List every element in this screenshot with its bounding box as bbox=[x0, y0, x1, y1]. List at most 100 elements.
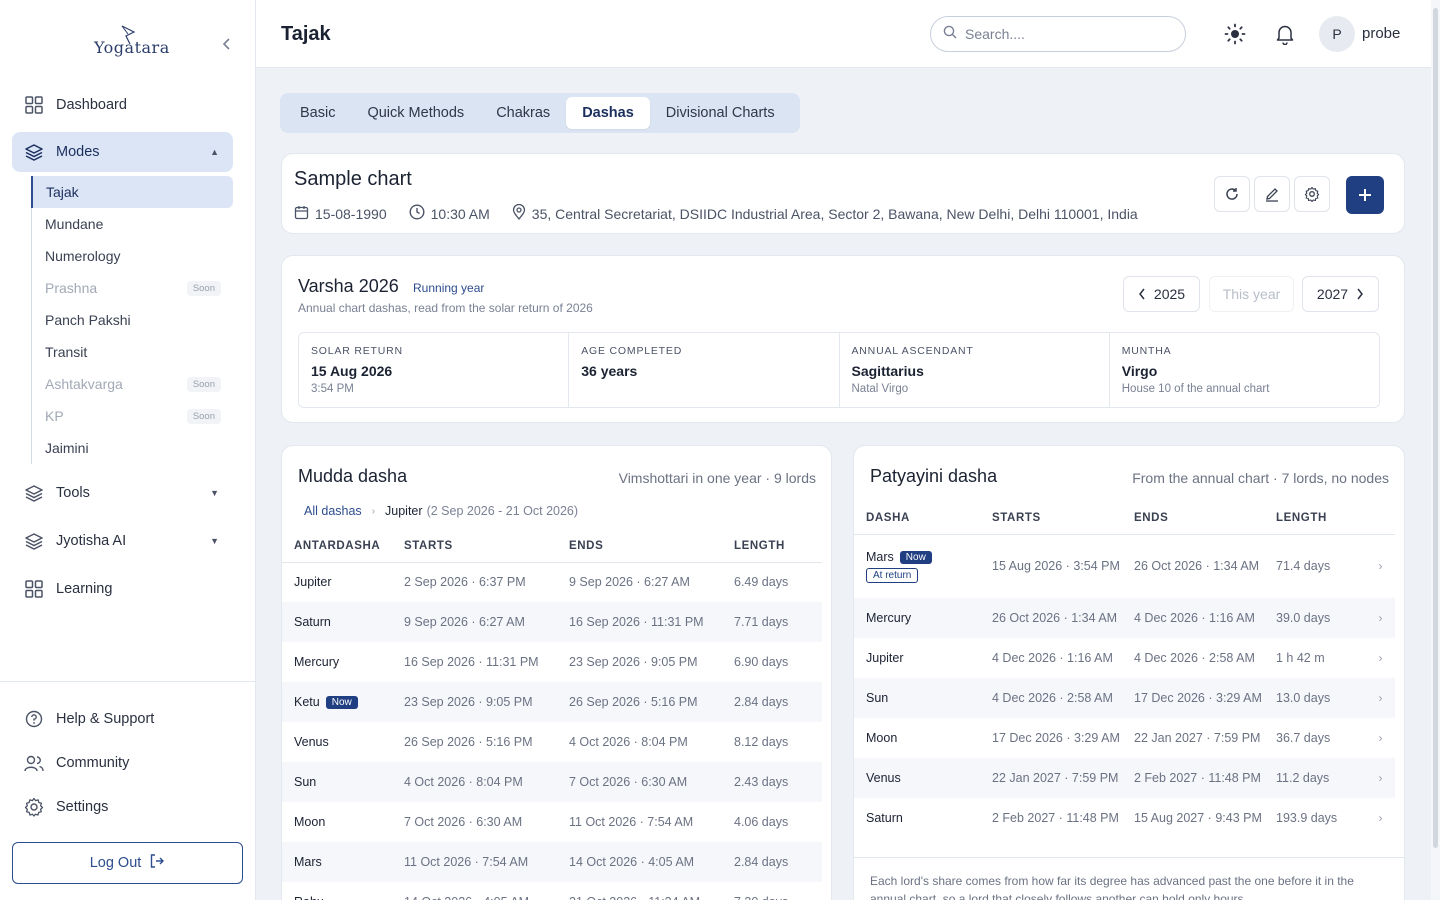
avatar[interactable]: P bbox=[1319, 16, 1355, 52]
table-row[interactable]: Jupiter 4 Dec 2026 · 1:16 AM 4 Dec 2026 · … bbox=[854, 638, 1395, 678]
sidebar-subitem-mundane[interactable]: Mundane bbox=[32, 208, 233, 240]
search-box[interactable] bbox=[930, 16, 1186, 52]
yogatara-logo[interactable]: Yogatara bbox=[84, 22, 174, 66]
sidebar-subitem-numerology[interactable]: Numerology bbox=[32, 240, 233, 272]
col-starts: STARTS bbox=[404, 530, 569, 563]
table-row[interactable]: Moon 7 Oct 2026 · 6:30 AM 11 Oct 2026 · 7:… bbox=[282, 802, 822, 842]
col-ends: ENDS bbox=[1134, 502, 1276, 535]
running-year-badge: Running year bbox=[413, 281, 485, 295]
breadcrumb-all-dashas[interactable]: All dashas bbox=[304, 504, 362, 518]
table-row[interactable]: Sun 4 Oct 2026 · 8:04 PM 7 Oct 2026 · 6:30… bbox=[282, 762, 822, 802]
stat-age-completed: AGE COMPLETED 36 years bbox=[569, 333, 840, 407]
chevron-right-icon[interactable]: › bbox=[1366, 678, 1395, 718]
next-year-button[interactable]: 2027 bbox=[1302, 276, 1379, 312]
sidebar-item-label: Learning bbox=[56, 581, 113, 597]
sidebar-subitem-jaimini[interactable]: Jaimini bbox=[32, 432, 233, 464]
sidebar-item-label: Modes bbox=[56, 144, 100, 160]
pencil-icon bbox=[1266, 188, 1278, 202]
page-scrollbar[interactable] bbox=[1431, 0, 1440, 900]
tab-divisional-charts[interactable]: Divisional Charts bbox=[650, 97, 791, 129]
soon-badge: Soon bbox=[186, 408, 221, 424]
varsha-card: Varsha 2026 Running year Annual chart da… bbox=[281, 255, 1405, 423]
sidebar-item-label: Dashboard bbox=[56, 97, 127, 113]
search-input[interactable] bbox=[965, 26, 1165, 42]
tab-quick-methods[interactable]: Quick Methods bbox=[351, 97, 480, 129]
sidebar-item-community[interactable]: Community bbox=[12, 743, 233, 783]
varsha-subtitle: Annual chart dashas, read from the solar… bbox=[298, 301, 593, 315]
chevron-right-icon[interactable]: › bbox=[1366, 638, 1395, 678]
sidebar-item-label: Settings bbox=[56, 799, 109, 815]
tab-chakras[interactable]: Chakras bbox=[480, 97, 566, 129]
col-dasha: DASHA bbox=[854, 502, 992, 535]
sidebar-item-label: Help & Support bbox=[56, 711, 155, 727]
layers-icon bbox=[24, 531, 44, 551]
mudda-title: Mudda dasha bbox=[298, 466, 408, 486]
patyayini-dasha-card: Patyayini dasha From the annual chart · … bbox=[853, 445, 1405, 900]
sidebar-item-dashboard[interactable]: Dashboard bbox=[12, 85, 233, 125]
sidebar-item-help-support[interactable]: Help & Support bbox=[12, 699, 233, 739]
sidebar-item-label: Tools bbox=[56, 485, 90, 501]
tab-dashas[interactable]: Dashas bbox=[566, 97, 650, 129]
chart-date: 15-08-1990 bbox=[315, 205, 387, 222]
logout-button[interactable]: Log Out bbox=[12, 842, 243, 884]
sidebar-item-tools[interactable]: Tools ▼ bbox=[12, 473, 233, 513]
gear-icon bbox=[1304, 186, 1320, 202]
collapse-sidebar-button[interactable] bbox=[216, 34, 236, 54]
chevron-right-icon[interactable]: › bbox=[1366, 798, 1395, 838]
now-badge: Now bbox=[899, 550, 932, 564]
sidebar-item-modes[interactable]: Modes ▲ bbox=[12, 132, 233, 172]
users-icon bbox=[24, 753, 44, 773]
table-row[interactable]: Saturn 2 Feb 2027 · 11:48 PM 15 Aug 2027 ·… bbox=[854, 798, 1395, 838]
soon-badge: Soon bbox=[186, 376, 221, 392]
chart-settings-button[interactable] bbox=[1294, 176, 1330, 212]
edit-button[interactable] bbox=[1254, 176, 1290, 212]
logout-label: Log Out bbox=[89, 855, 142, 871]
sidebar-subitem-tajak[interactable]: Tajak bbox=[31, 176, 233, 208]
table-row[interactable]: Sun 4 Dec 2026 · 2:58 AM 17 Dec 2026 · 3:2… bbox=[854, 678, 1395, 718]
chevron-right-icon[interactable]: › bbox=[1366, 598, 1395, 638]
table-row[interactable]: Venus 22 Jan 2027 · 7:59 PM 2 Feb 2027 · 1… bbox=[854, 758, 1395, 798]
sidebar-item-label: Community bbox=[56, 755, 130, 771]
patyayini-table: DASHA STARTS ENDS LENGTH Mars Now At retu… bbox=[854, 502, 1395, 838]
stat-muntha: MUNTHA Virgo House 10 of the annual char… bbox=[1121, 345, 1270, 395]
table-row-current[interactable]: Ketu Now 23 Sep 2026 · 9:05 PM 26 Sep 2026 … bbox=[282, 682, 822, 722]
table-row[interactable]: Mercury 16 Sep 2026 · 11:31 PM 23 Sep 2026… bbox=[282, 642, 822, 682]
tab-basic[interactable]: Basic bbox=[284, 97, 351, 129]
mudda-table: ANTARDASHA STARTS ENDS LENGTH Jupiter 2 S… bbox=[282, 530, 822, 900]
sidebar-item-jyotisha-ai[interactable]: Jyotisha AI ▼ bbox=[12, 521, 233, 561]
scrollbar-thumb[interactable] bbox=[1433, 8, 1438, 848]
chart-time: 10:30 AM bbox=[430, 205, 490, 222]
chart-meta: 15-08-1990 10:30 AM 35, Central Secretar… bbox=[294, 203, 1160, 223]
sidebar-item-learning[interactable]: Learning bbox=[12, 569, 233, 609]
table-row[interactable]: Mercury 26 Oct 2026 · 1:34 AM 4 Dec 2026 ·… bbox=[854, 598, 1395, 638]
help-circle-icon bbox=[24, 709, 44, 729]
table-row-current[interactable]: Mars Now At return 15 Aug 2026 · 3:54 PM 2… bbox=[854, 534, 1395, 598]
sidebar-subitem-panch-pakshi[interactable]: Panch Pakshi bbox=[32, 304, 233, 336]
theme-toggle-sun-icon[interactable] bbox=[1223, 22, 1247, 46]
mudda-dasha-card: Mudda dasha Vimshottari in one year · 9 … bbox=[281, 445, 832, 900]
footnote-divider bbox=[854, 857, 1404, 858]
now-badge: Now bbox=[325, 696, 358, 709]
logout-icon bbox=[149, 853, 165, 873]
chevron-right-icon[interactable]: › bbox=[1366, 758, 1395, 798]
username[interactable]: probe bbox=[1362, 25, 1400, 42]
bell-icon[interactable] bbox=[1273, 22, 1297, 46]
table-row[interactable]: Saturn 9 Sep 2026 · 6:27 AM 16 Sep 2026 · … bbox=[282, 602, 822, 642]
refresh-button[interactable] bbox=[1214, 176, 1250, 212]
add-chart-button[interactable] bbox=[1346, 176, 1384, 214]
col-starts: STARTS bbox=[992, 502, 1134, 535]
sidebar: Yogatara Dashboard Modes ▲ Tajak Mundane… bbox=[0, 0, 256, 900]
chevron-right-icon[interactable]: › bbox=[1366, 718, 1395, 758]
table-row[interactable]: Rahu14 Oct 2026 · 4:05 AM21 Oct 2026 · 1… bbox=[282, 882, 822, 900]
table-row[interactable]: Moon 17 Dec 2026 · 3:29 AM 22 Jan 2027 · 7… bbox=[854, 718, 1395, 758]
plus-icon bbox=[1359, 189, 1371, 201]
table-row[interactable]: Venus 26 Sep 2026 · 5:16 PM 4 Oct 2026 · 8… bbox=[282, 722, 822, 762]
table-row[interactable]: Jupiter 2 Sep 2026 · 6:37 PM 9 Sep 2026 · … bbox=[282, 562, 822, 602]
patyayini-title: Patyayini dasha bbox=[870, 466, 998, 486]
sidebar-item-settings[interactable]: Settings bbox=[12, 787, 233, 827]
table-row[interactable]: Mars 11 Oct 2026 · 7:54 AM 14 Oct 2026 · 4… bbox=[282, 842, 822, 882]
prev-year-button[interactable]: 2025 bbox=[1123, 276, 1200, 312]
chevron-right-icon[interactable]: › bbox=[1366, 534, 1395, 598]
sidebar-subitem-transit[interactable]: Transit bbox=[32, 336, 233, 368]
top-bar: Tajak P probe bbox=[256, 0, 1440, 68]
